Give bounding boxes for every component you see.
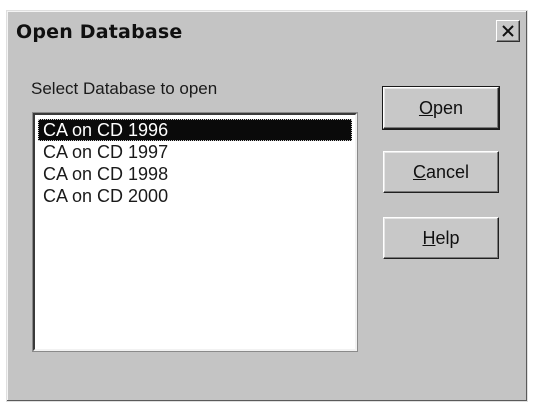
cancel-label-rest: ancel: [425, 161, 470, 182]
list-item[interactable]: CA on CD 2000: [38, 185, 352, 207]
cancel-button[interactable]: Cancel: [383, 151, 499, 193]
list-item[interactable]: CA on CD 1996: [38, 119, 352, 141]
close-icon: [502, 25, 514, 37]
help-label-rest: elp: [435, 227, 460, 248]
list-item[interactable]: CA on CD 1997: [38, 141, 352, 163]
cancel-mnemonic: C: [412, 161, 426, 182]
open-database-dialog: Open Database Select Database to open CA…: [6, 10, 528, 402]
select-database-label: Select Database to open: [31, 79, 218, 98]
open-button[interactable]: Open: [382, 86, 500, 130]
help-mnemonic: H: [422, 227, 436, 248]
open-label-rest: pen: [432, 97, 464, 118]
dialog-title: Open Database: [16, 21, 183, 43]
help-button[interactable]: Help: [383, 217, 499, 259]
open-mnemonic: O: [418, 97, 433, 118]
title-bar[interactable]: Open Database: [10, 14, 524, 52]
close-button[interactable]: [496, 20, 520, 42]
database-listbox[interactable]: CA on CD 1996 CA on CD 1997 CA on CD 199…: [33, 113, 357, 351]
list-item[interactable]: CA on CD 1998: [38, 163, 352, 185]
